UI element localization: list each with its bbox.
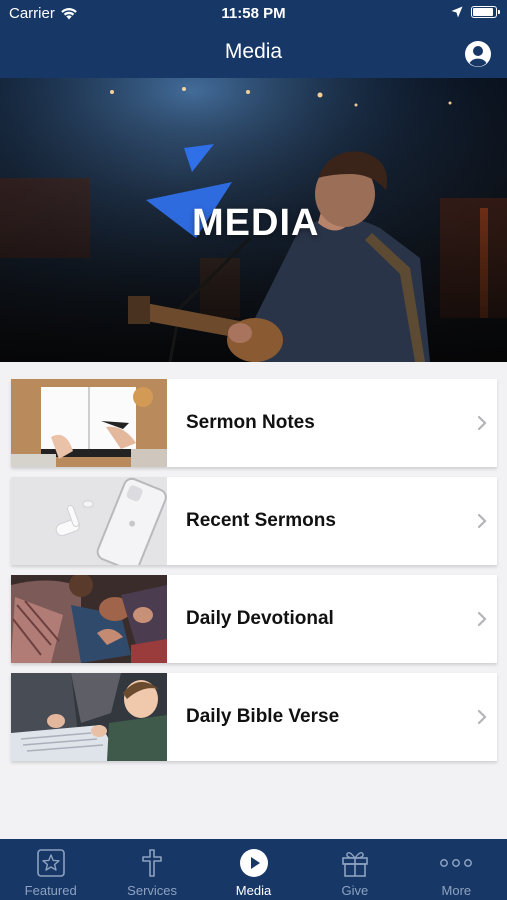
bottom-tab-bar: Featured Services Media Give More	[0, 839, 507, 900]
hero-title: MEDIA	[192, 202, 320, 244]
daily-bible-verse-thumbnail	[11, 673, 167, 761]
location-arrow-icon	[451, 6, 463, 18]
gift-icon	[342, 851, 368, 877]
tab-services[interactable]: Services	[101, 839, 202, 900]
status-bar: Carrier 11:58 PM	[0, 0, 507, 28]
tab-label: Give	[341, 883, 369, 898]
media-item-recent-sermons[interactable]: Recent Sermons	[11, 477, 497, 565]
tab-label: More	[441, 883, 472, 898]
profile-button[interactable]	[464, 40, 492, 68]
media-item-label: Recent Sermons	[186, 510, 336, 531]
tab-media[interactable]: Media	[203, 839, 304, 900]
media-item-label: Daily Devotional	[186, 608, 334, 629]
tab-label: Media	[235, 883, 272, 898]
page-title: Media	[224, 40, 283, 63]
status-right-icons	[451, 6, 500, 18]
star-icon	[36, 849, 65, 877]
tab-more[interactable]: More	[406, 839, 507, 900]
chevron-right-icon	[467, 709, 497, 725]
media-item-label: Daily Bible Verse	[186, 706, 340, 727]
more-icon	[440, 859, 473, 867]
status-time: 11:58 PM	[221, 5, 286, 22]
tab-label: Featured	[24, 883, 77, 898]
tab-label: Services	[127, 883, 178, 898]
chevron-right-icon	[467, 415, 497, 431]
recent-sermons-thumbnail	[11, 477, 167, 565]
user-profile-icon	[465, 41, 491, 67]
battery-level	[473, 8, 493, 16]
play-icon	[239, 849, 268, 877]
media-hero-banner: MEDIA	[0, 78, 507, 362]
media-item-daily-bible-verse[interactable]: Daily Bible Verse	[11, 673, 497, 761]
tab-featured[interactable]: Featured	[0, 839, 101, 900]
chevron-right-icon	[467, 513, 497, 529]
media-item-daily-devotional[interactable]: Daily Devotional	[11, 575, 497, 663]
sermon-notes-thumbnail	[11, 379, 167, 467]
top-navigation-bar: Carrier 11:58 PM Media	[0, 0, 507, 78]
battery-icon	[471, 6, 500, 18]
media-item-sermon-notes[interactable]: Sermon Notes	[11, 379, 497, 467]
media-item-label: Sermon Notes	[186, 412, 315, 433]
chevron-right-icon	[467, 611, 497, 627]
cross-icon	[142, 849, 162, 877]
daily-devotional-thumbnail	[11, 575, 167, 663]
tab-give[interactable]: Give	[304, 839, 405, 900]
